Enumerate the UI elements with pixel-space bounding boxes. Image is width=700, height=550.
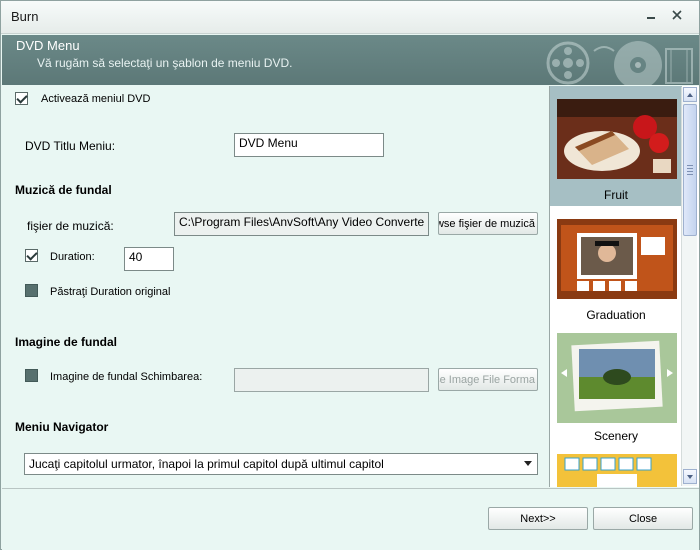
template-list: Fruit Graduation Scenery (549, 86, 699, 487)
template-fruit[interactable]: Fruit (550, 86, 682, 206)
close-window-button[interactable] (667, 6, 687, 24)
duration-input[interactable]: 40 (124, 247, 174, 271)
template-next[interactable] (550, 446, 682, 487)
scroll-up-button[interactable] (683, 87, 697, 102)
scroll-thumb[interactable] (683, 104, 697, 236)
duration-label: Duration: (50, 251, 95, 263)
window-title: Burn (11, 9, 39, 24)
music-file-label: fişier de muzică: (27, 219, 114, 233)
next-button[interactable]: Next>> (488, 507, 588, 530)
grip-line (687, 168, 693, 169)
change-image-checkbox[interactable] (25, 369, 38, 382)
browse-image-button[interactable]: owse Image File Forma (438, 368, 538, 391)
settings-panel: Activează meniul DVD DVD Titlu Meniu: DV… (2, 85, 548, 487)
navigator-selected-value: Jucaţi capitolul urmator, înapoi la prim… (29, 457, 384, 471)
page-subtitle: Vă rugăm să selectaţi un şablon de meniu… (37, 56, 293, 70)
music-heading: Muzică de fundal (15, 183, 112, 197)
enable-menu-label: Activează meniul DVD (41, 93, 151, 105)
scroll-down-button[interactable] (683, 469, 697, 484)
graduation-thumbnail (557, 219, 677, 299)
chevron-down-icon (524, 461, 532, 466)
page-title: DVD Menu (16, 38, 80, 53)
enable-menu-checkbox[interactable] (15, 92, 28, 105)
arrow-down-icon (687, 474, 693, 479)
title-bar: Burn (1, 1, 699, 34)
minimize-button[interactable] (641, 6, 661, 24)
music-file-input[interactable]: C:\Program Files\AnvSoft\Any Video Conve… (174, 212, 429, 236)
grip-line (687, 171, 693, 172)
dialog-footer: Next>> Close (2, 488, 699, 550)
template-graduation[interactable]: Graduation (550, 206, 682, 326)
close-icon (672, 10, 682, 20)
image-heading: Imagine de fundal (15, 335, 118, 349)
minimize-icon (647, 17, 655, 19)
arrow-up-icon (687, 92, 693, 97)
menu-title-label: DVD Titlu Meniu: (25, 139, 116, 153)
navigator-heading: Meniu Navigator (15, 420, 109, 434)
next-template-thumbnail (557, 454, 677, 487)
keep-duration-label: Păstraţi Duration original (50, 286, 171, 298)
grip-line (687, 165, 693, 166)
template-fruit-label: Fruit (604, 188, 628, 202)
menu-title-input[interactable]: DVD Menu (234, 133, 384, 157)
template-graduation-label: Graduation (586, 308, 646, 322)
close-button[interactable]: Close (593, 507, 693, 530)
scenery-thumbnail (557, 333, 677, 423)
film-reel-icon (546, 41, 693, 85)
browse-music-button[interactable]: owse fişier de muzică (438, 212, 538, 235)
page-header: DVD Menu Vă rugăm să selectaţi un şablon… (2, 35, 699, 85)
grip-line (687, 174, 693, 175)
burn-dialog: Burn DVD Menu Vă rugăm să selectaţi un ş… (0, 0, 700, 550)
duration-checkbox[interactable] (25, 249, 38, 262)
change-image-label: Imagine de fundal Schimbarea: (50, 371, 203, 383)
template-scrollbar[interactable] (681, 87, 697, 486)
image-path-input[interactable] (234, 368, 429, 392)
fruit-thumbnail (557, 99, 677, 179)
keep-duration-checkbox[interactable] (25, 284, 38, 297)
navigator-dropdown[interactable]: Jucaţi capitolul urmator, înapoi la prim… (24, 453, 538, 475)
template-scenery[interactable]: Scenery (550, 326, 682, 446)
template-scenery-label: Scenery (593, 429, 639, 443)
